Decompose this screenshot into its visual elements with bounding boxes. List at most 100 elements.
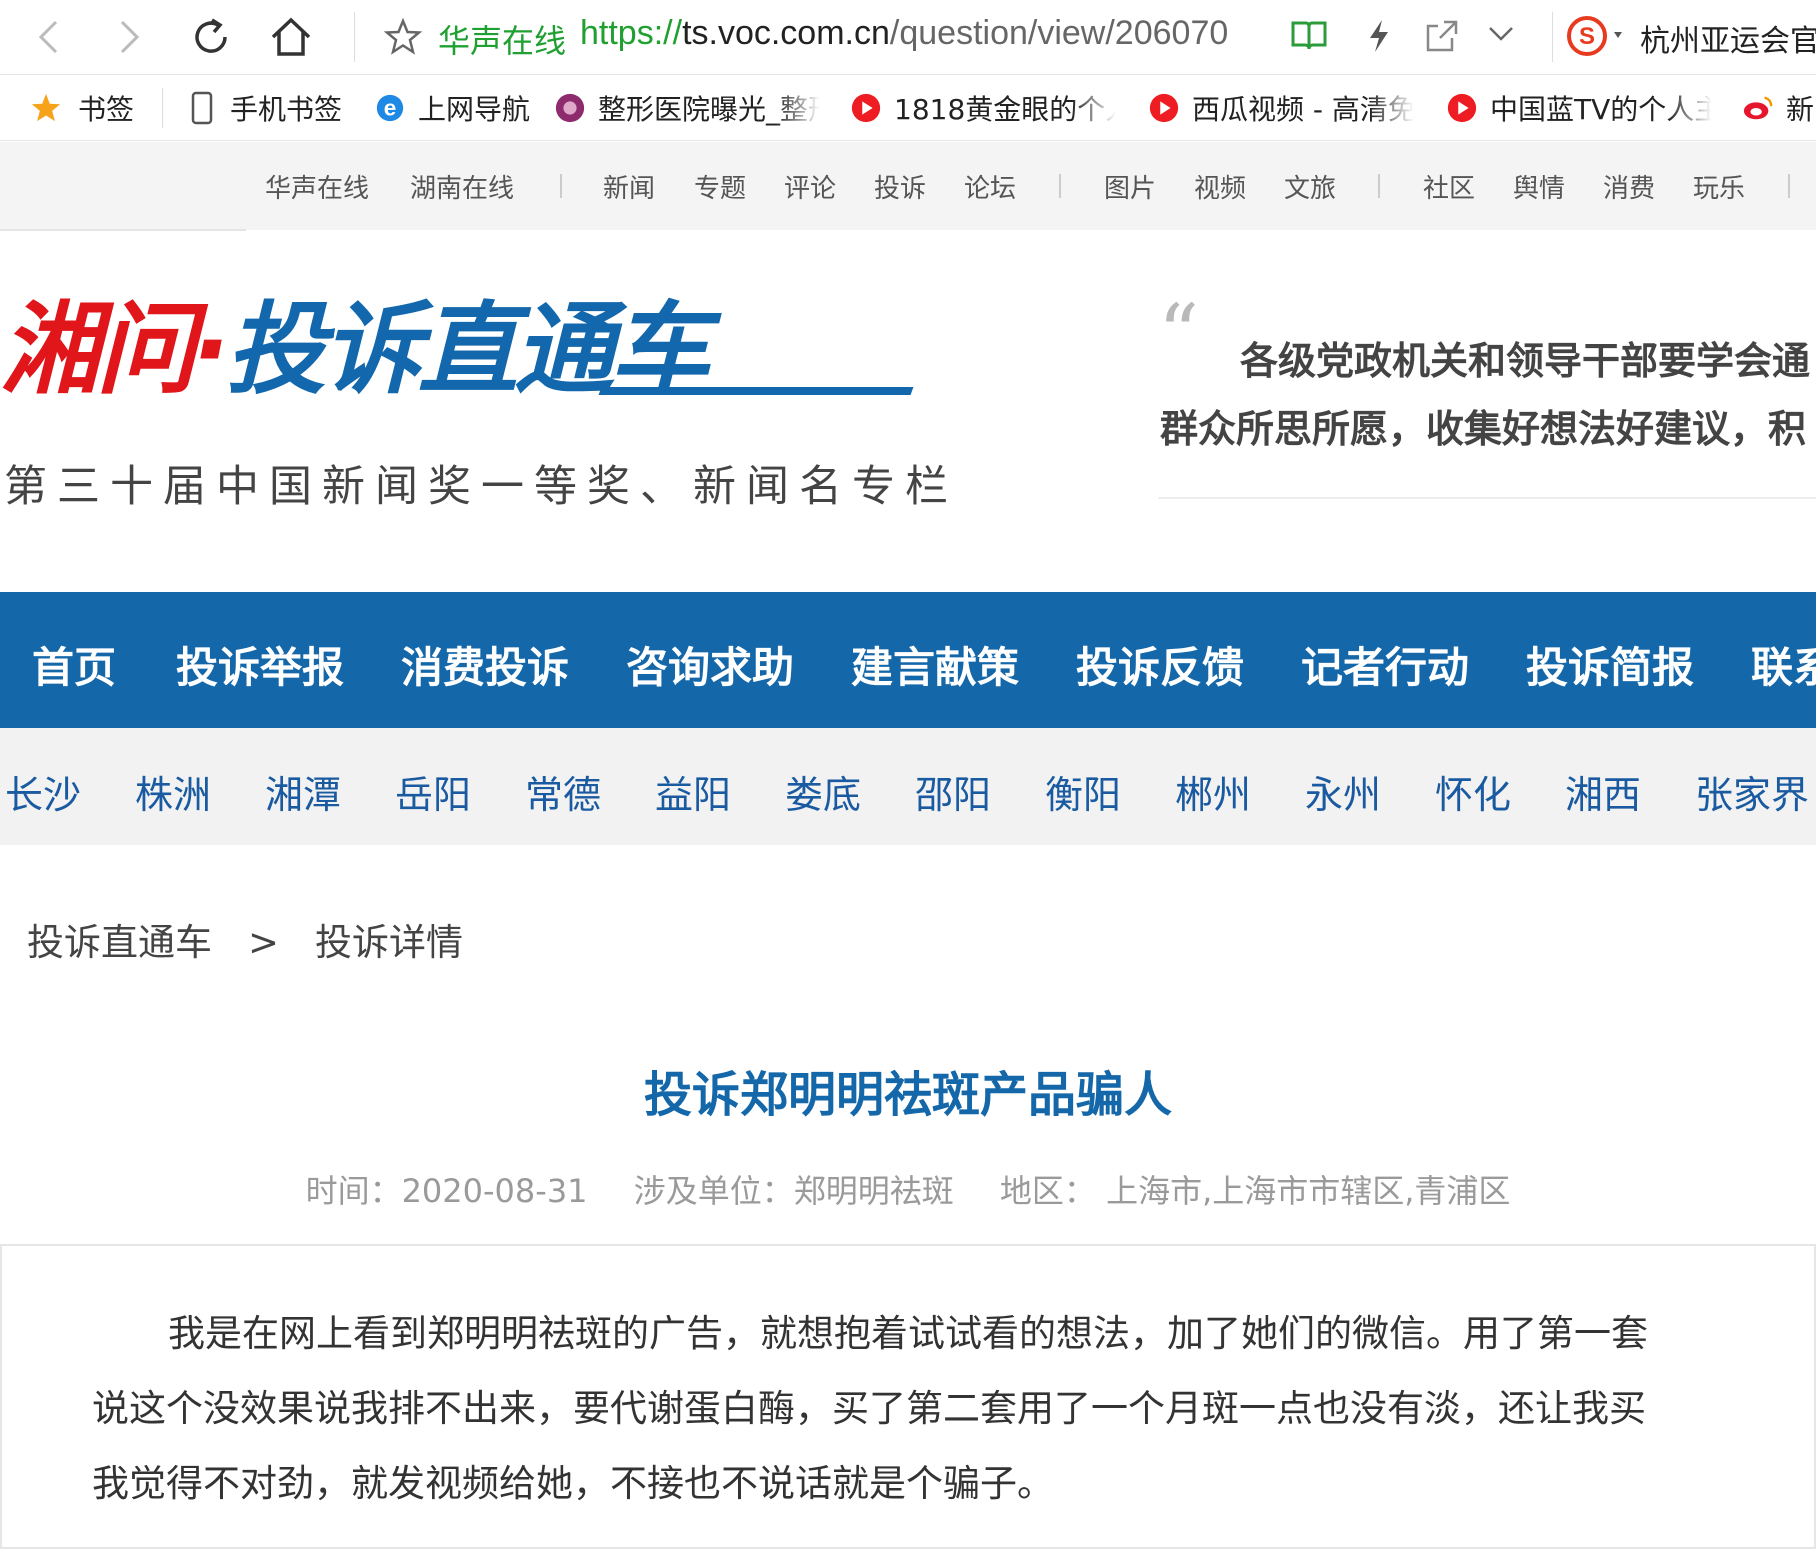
- topnav-divider: [560, 174, 562, 198]
- ie-icon: e: [374, 92, 406, 124]
- region-link[interactable]: 张家界: [1695, 764, 1809, 819]
- star-icon: [30, 92, 62, 124]
- mainnav-item[interactable]: 投诉反馈: [1076, 634, 1244, 695]
- url-scheme: https://: [580, 14, 683, 52]
- region-link[interactable]: 邵阳: [915, 764, 991, 819]
- bookmark-item[interactable]: 整形医院曝光_整形: [554, 90, 820, 126]
- region-link[interactable]: 湘西: [1565, 764, 1641, 819]
- weibo-icon: [1742, 92, 1774, 124]
- mainnav-item[interactable]: 投诉举报: [176, 634, 344, 695]
- topnav-link[interactable]: 文旅: [1284, 168, 1336, 205]
- article-meta: 时间：2020-08-31 涉及单位：郑明明祛斑 地区： 上海市,上海市市辖区,…: [0, 1166, 1816, 1212]
- chevron-down-icon[interactable]: [1486, 24, 1516, 48]
- topnav-link[interactable]: 视频: [1194, 168, 1246, 205]
- topnav-link[interactable]: 湖南在线: [410, 168, 514, 205]
- search-engine-label[interactable]: 杭州亚运会官: [1640, 16, 1816, 60]
- toolbar-divider-2: [1552, 12, 1553, 62]
- bookmark-item[interactable]: 手机书签: [186, 90, 342, 126]
- region-link[interactable]: 岳阳: [395, 764, 471, 819]
- topnav-link[interactable]: 消费: [1603, 168, 1655, 205]
- site-logo[interactable]: 湘问·投诉直通车: [0, 300, 710, 400]
- region-link[interactable]: 长沙: [5, 764, 81, 819]
- share-icon[interactable]: [1424, 18, 1460, 58]
- logo-dot: ·: [192, 291, 230, 408]
- region-link[interactable]: 娄底: [785, 764, 861, 819]
- region-link[interactable]: 怀化: [1435, 764, 1511, 819]
- site-top-nav: 华声在线 湖南在线 新闻 专题 评论 投诉 论坛 图片 视频 文旅 社区 舆情 …: [0, 142, 1816, 230]
- topnav-link[interactable]: 图片: [1104, 168, 1156, 205]
- header-quote-line: 各级党政机关和领导干部要学会通: [1240, 338, 1811, 383]
- quote-divider: [1158, 497, 1816, 499]
- bookmark-item[interactable]: 1818黄金眼的个人: [850, 90, 1116, 126]
- topnav-link[interactable]: 玩乐: [1693, 168, 1745, 205]
- bookmark-item[interactable]: e 上网导航: [374, 90, 530, 126]
- svg-text:e: e: [384, 96, 397, 121]
- breadcrumb: 投诉直通车 > 投诉详情: [27, 912, 463, 966]
- home-icon[interactable]: [266, 12, 316, 62]
- topnav-divider: [1378, 174, 1380, 198]
- logo-underline: [598, 387, 914, 395]
- region-nav: 长沙 株洲 湘潭 岳阳 常德 益阳 娄底 邵阳 衡阳 郴州 永州 怀化 湘西 张…: [0, 728, 1816, 845]
- region-link[interactable]: 衡阳: [1045, 764, 1121, 819]
- bolt-icon[interactable]: [1366, 18, 1392, 58]
- forward-icon[interactable]: [104, 12, 154, 62]
- url-host: ts.voc.com.cn: [682, 14, 890, 52]
- bookmark-item[interactable]: 书签: [30, 90, 134, 126]
- breadcrumb-current: 投诉详情: [315, 921, 464, 964]
- url-field[interactable]: https://ts.voc.com.cn/question/view/2060…: [580, 14, 1228, 53]
- bookmark-item[interactable]: 新: [1742, 90, 1814, 126]
- topnav-link[interactable]: 评论: [784, 168, 836, 205]
- hospital-icon: [554, 92, 586, 124]
- topnav-divider: [1059, 174, 1061, 198]
- star-icon[interactable]: [378, 12, 428, 62]
- reload-icon[interactable]: [186, 12, 236, 62]
- bookmark-label: 手机书签: [230, 93, 343, 126]
- bookmark-label: 1818黄金眼的个人: [894, 93, 1116, 126]
- mainnav-item[interactable]: 消费投诉: [401, 634, 569, 695]
- breadcrumb-home[interactable]: 投诉直通车: [27, 912, 212, 966]
- logo-red-text: 湘问: [0, 291, 196, 408]
- article-body: 我是在网上看到郑明明祛斑的广告，就想抱着试试看的想法，加了她们的微信。用了第一套…: [92, 1296, 1712, 1521]
- mainnav-item[interactable]: 建言献策: [851, 634, 1019, 695]
- back-icon[interactable]: [24, 12, 74, 62]
- phone-icon: [186, 91, 218, 125]
- svg-text:S: S: [1579, 23, 1595, 50]
- mainnav-item[interactable]: 记者行动: [1301, 634, 1469, 695]
- bookmark-label: 新: [1786, 93, 1815, 126]
- header-quote-line: 群众所思所愿，收集好想法好建议，积: [1160, 406, 1807, 451]
- sogou-icon[interactable]: S: [1566, 14, 1632, 62]
- topnav-link[interactable]: 投诉: [874, 168, 926, 205]
- video-icon: [850, 92, 882, 124]
- bookmark-item[interactable]: 中国蓝TV的个人主: [1446, 90, 1712, 126]
- article-title: 投诉郑明明祛斑产品骗人: [643, 1067, 1172, 1123]
- article-region: 地区： 上海市,上海市市辖区,青浦区: [999, 1172, 1511, 1210]
- region-link[interactable]: 永州: [1305, 764, 1381, 819]
- quote-mark-icon: “: [1158, 287, 1199, 380]
- bookmark-item[interactable]: 西瓜视频 - 高清免: [1148, 90, 1414, 126]
- mainnav-item[interactable]: 咨询求助: [626, 634, 794, 695]
- topnav-link[interactable]: 新闻: [603, 168, 655, 205]
- bookmark-label: 上网导航: [418, 93, 531, 126]
- bookmark-label: 西瓜视频 - 高清免: [1192, 93, 1414, 126]
- browser-address-bar: 华声在线 https://ts.voc.com.cn/question/view…: [0, 0, 1816, 75]
- topnav-link[interactable]: 论坛: [964, 168, 1016, 205]
- bookmarks-bar: 书签 手机书签 e 上网导航 整形医院曝光_整形 1818黄金眼的个人 西瓜视频…: [0, 76, 1816, 141]
- bookmark-label: 整形医院曝光_整形: [598, 93, 820, 126]
- region-link[interactable]: 郴州: [1175, 764, 1251, 819]
- topnav-link[interactable]: 专题: [694, 168, 746, 205]
- region-link[interactable]: 湘潭: [265, 764, 341, 819]
- breadcrumb-separator: >: [248, 921, 280, 964]
- topnav-link[interactable]: 华声在线: [265, 168, 369, 205]
- region-link[interactable]: 株洲: [135, 764, 211, 819]
- reader-icon[interactable]: [1290, 18, 1328, 56]
- topnav-link[interactable]: 社区: [1423, 168, 1475, 205]
- region-link[interactable]: 益阳: [655, 764, 731, 819]
- mainnav-item[interactable]: 联系: [1751, 634, 1816, 695]
- mainnav-item[interactable]: 投诉简报: [1526, 634, 1694, 695]
- article-paragraph-line: 我是在网上看到郑明明祛斑的广告，就想抱着试试看的想法，加了她们的微信。用了第一套: [168, 1312, 1648, 1355]
- article-unit: 涉及单位：郑明明祛斑: [633, 1172, 954, 1210]
- region-link[interactable]: 常德: [525, 764, 601, 819]
- mainnav-item-home[interactable]: 首页: [32, 634, 116, 695]
- video-icon: [1446, 92, 1478, 124]
- topnav-link[interactable]: 舆情: [1513, 168, 1565, 205]
